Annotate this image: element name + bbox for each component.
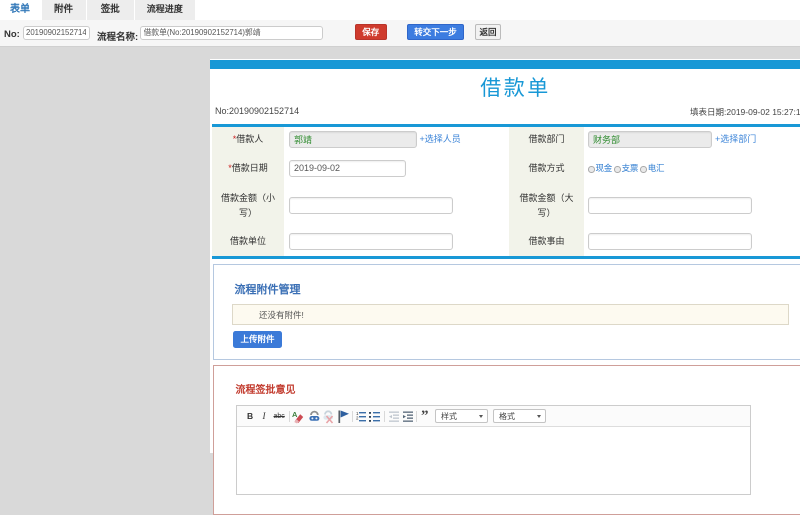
svg-text:2: 2 [356, 416, 359, 421]
svg-text:A: A [292, 410, 298, 419]
